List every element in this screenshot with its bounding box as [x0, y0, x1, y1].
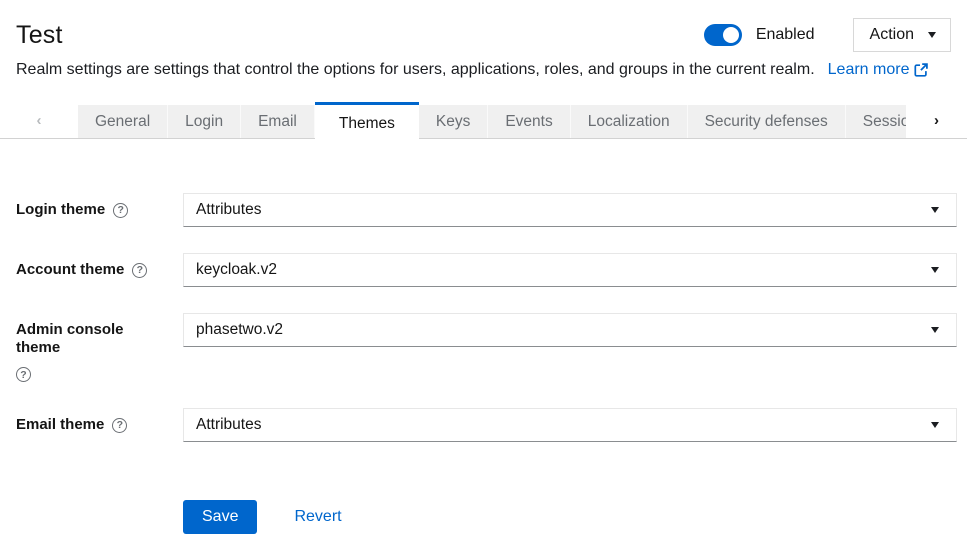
tab-login[interactable]: Login [168, 105, 241, 138]
toggle-knob-icon [723, 27, 739, 43]
tab-localization[interactable]: Localization [571, 105, 688, 138]
chevron-left-icon: ‹ [37, 113, 42, 128]
header-controls: Enabled Action [704, 18, 951, 52]
page-subtitle: Realm settings are settings that control… [16, 59, 815, 80]
tab-scroll-left-button[interactable]: ‹ [0, 102, 78, 138]
tab-label: Themes [339, 115, 395, 133]
themes-form: Login theme ? Attributes Account theme ?… [0, 143, 967, 534]
tab-scroll-right-button[interactable]: › [906, 102, 967, 138]
tab-label: Events [505, 113, 552, 131]
page-header: Test Enabled Action Realm settings are s… [0, 0, 967, 80]
tab-email[interactable]: Email [241, 105, 315, 138]
external-link-icon [914, 63, 928, 77]
enabled-toggle[interactable] [704, 24, 742, 46]
tab-keys[interactable]: Keys [419, 105, 488, 138]
learn-more-label: Learn more [828, 61, 910, 79]
tab-label: Security defenses [705, 113, 828, 131]
tab-label: Login [185, 113, 223, 131]
tab-security-defenses[interactable]: Security defenses [688, 105, 846, 138]
tab-sessions[interactable]: Sessions [846, 105, 906, 138]
help-icon[interactable]: ? [16, 367, 31, 382]
account-theme-row: Account theme ? keycloak.v2 [16, 253, 957, 287]
form-actions: Save Revert [183, 500, 957, 534]
caret-down-icon [931, 327, 939, 333]
email-theme-select[interactable]: Attributes [183, 408, 957, 442]
caret-down-icon [931, 422, 939, 428]
tab-themes[interactable]: Themes [315, 102, 419, 143]
tabs-viewport: General Login Email Themes Keys Events L… [78, 102, 906, 143]
caret-down-icon [928, 32, 936, 38]
chevron-right-icon: › [934, 113, 939, 128]
revert-link[interactable]: Revert [294, 508, 341, 526]
tab-label: Email [258, 113, 297, 131]
login-theme-row: Login theme ? Attributes [16, 193, 957, 227]
admin-console-theme-row: Admin console theme ? phasetwo.v2 [16, 313, 957, 382]
email-theme-row: Email theme ? Attributes [16, 408, 957, 442]
page-title: Test [16, 20, 63, 50]
tab-general[interactable]: General [78, 105, 168, 138]
email-theme-label: Email theme [16, 416, 104, 434]
select-value: Attributes [196, 416, 261, 434]
select-value: phasetwo.v2 [196, 321, 283, 339]
tab-events[interactable]: Events [488, 105, 570, 138]
action-button[interactable]: Action [853, 18, 951, 52]
tab-label: Localization [588, 113, 670, 131]
admin-console-theme-select[interactable]: phasetwo.v2 [183, 313, 957, 347]
help-icon[interactable]: ? [132, 263, 147, 278]
login-theme-label: Login theme [16, 201, 105, 219]
tab-label: General [95, 113, 150, 131]
account-theme-label: Account theme [16, 261, 124, 279]
admin-console-theme-label: Admin console theme [16, 321, 171, 357]
enabled-label: Enabled [756, 26, 815, 44]
select-value: keycloak.v2 [196, 261, 277, 279]
tab-bar: ‹ General Login Email Themes Keys Events… [0, 102, 967, 143]
caret-down-icon [931, 267, 939, 273]
action-button-label: Action [870, 26, 914, 44]
caret-down-icon [931, 207, 939, 213]
select-value: Attributes [196, 201, 261, 219]
account-theme-select[interactable]: keycloak.v2 [183, 253, 957, 287]
tab-label: Keys [436, 113, 470, 131]
learn-more-link[interactable]: Learn more [828, 61, 929, 79]
tab-label: Sessions [863, 113, 906, 131]
save-button[interactable]: Save [183, 500, 257, 534]
help-icon[interactable]: ? [112, 418, 127, 433]
login-theme-select[interactable]: Attributes [183, 193, 957, 227]
help-icon[interactable]: ? [113, 203, 128, 218]
